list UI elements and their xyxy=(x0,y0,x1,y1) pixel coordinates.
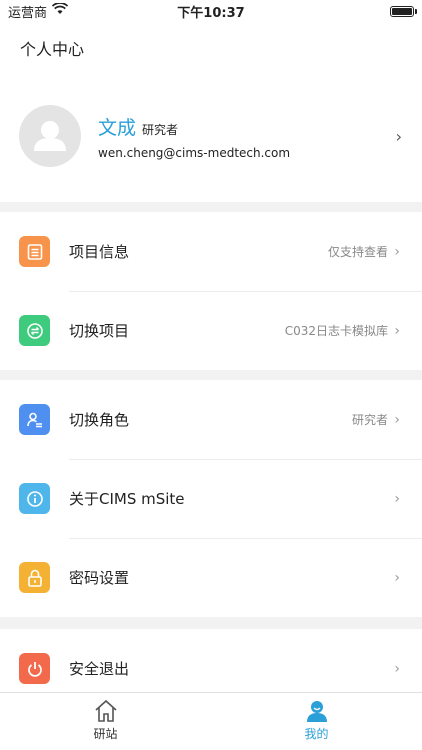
avatar xyxy=(19,105,81,167)
lock-icon xyxy=(19,562,50,593)
info-icon xyxy=(19,483,50,514)
menu-label: 密码设置 xyxy=(69,569,130,587)
tab-home[interactable]: 研站 xyxy=(0,693,211,750)
tab-bar: 研站 我的 xyxy=(0,692,422,750)
menu-item-about[interactable]: 关于CIMS mSite › xyxy=(0,459,422,538)
power-icon xyxy=(19,653,50,684)
menu-group-settings: 切换角色 研究者 › 关于CIMS mSite › 密码设置 › xyxy=(0,380,422,617)
menu-item-switch-role[interactable]: 切换角色 研究者 › xyxy=(0,380,422,459)
tab-mine[interactable]: 我的 xyxy=(211,693,422,750)
tab-label: 研站 xyxy=(93,727,118,741)
user-name: 文成 xyxy=(98,116,137,139)
home-icon xyxy=(94,699,117,722)
menu-label: 切换角色 xyxy=(69,411,130,429)
chevron-right-icon: › xyxy=(394,660,400,677)
menu-item-project-info[interactable]: 项目信息 仅支持查看 › xyxy=(0,212,422,291)
chevron-right-icon: › xyxy=(394,322,400,339)
wifi-icon xyxy=(51,2,69,19)
carrier-label: 运营商 xyxy=(8,5,48,21)
chevron-right-icon: › xyxy=(394,411,400,428)
document-icon xyxy=(19,236,50,267)
menu-group-project: 项目信息 仅支持查看 › 切换项目 C032日志卡模拟库 › xyxy=(0,212,422,370)
chevron-right-icon: › xyxy=(394,569,400,586)
tab-label: 我的 xyxy=(304,727,329,741)
menu-value: 研究者 xyxy=(351,413,388,427)
user-icon xyxy=(306,701,327,722)
menu-value: C032日志卡模拟库 xyxy=(284,324,388,338)
profile-card[interactable]: 文成 研究者 wen.cheng@cims-medtech.com › xyxy=(0,70,422,202)
user-role: 研究者 xyxy=(142,122,179,137)
menu-label: 关于CIMS mSite xyxy=(69,490,185,508)
page-header: 个人中心 xyxy=(0,22,422,70)
menu-item-password[interactable]: 密码设置 › xyxy=(0,538,422,617)
status-bar: 运营商 下午10:37 xyxy=(0,0,422,22)
user-silhouette-icon xyxy=(34,121,66,151)
chevron-right-icon: › xyxy=(395,126,402,146)
switch-arrows-icon xyxy=(19,315,50,346)
chevron-right-icon: › xyxy=(394,243,400,260)
menu-label: 切换项目 xyxy=(69,322,130,340)
menu-value: 仅支持查看 xyxy=(327,245,388,259)
menu-label: 项目信息 xyxy=(69,243,130,261)
page-title: 个人中心 xyxy=(20,40,85,59)
user-switch-icon xyxy=(19,404,50,435)
menu-item-switch-project[interactable]: 切换项目 C032日志卡模拟库 › xyxy=(0,291,422,370)
battery-icon xyxy=(390,5,417,17)
menu-label: 安全退出 xyxy=(69,660,130,678)
user-email: wen.cheng@cims-medtech.com xyxy=(98,145,291,160)
chevron-right-icon: › xyxy=(394,490,400,507)
